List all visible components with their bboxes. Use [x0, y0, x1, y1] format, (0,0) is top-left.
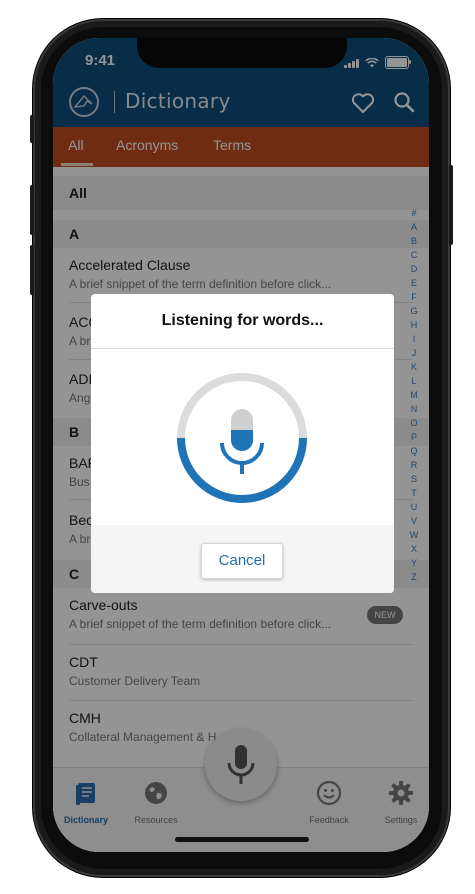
home-indicator	[175, 837, 309, 842]
power-button	[449, 165, 453, 245]
listening-microphone-icon	[177, 373, 307, 503]
listening-dialog: Listening for words... Cancel	[91, 294, 394, 593]
divider	[91, 348, 394, 349]
dialog-title: Listening for words...	[161, 312, 324, 329]
mute-switch	[30, 115, 34, 143]
volume-up-button	[30, 185, 34, 235]
volume-down-button	[30, 245, 34, 295]
app-screen: 9:41 Dictionary All Acronyms Terms All A…	[53, 38, 429, 852]
cancel-button[interactable]: Cancel	[201, 543, 283, 579]
